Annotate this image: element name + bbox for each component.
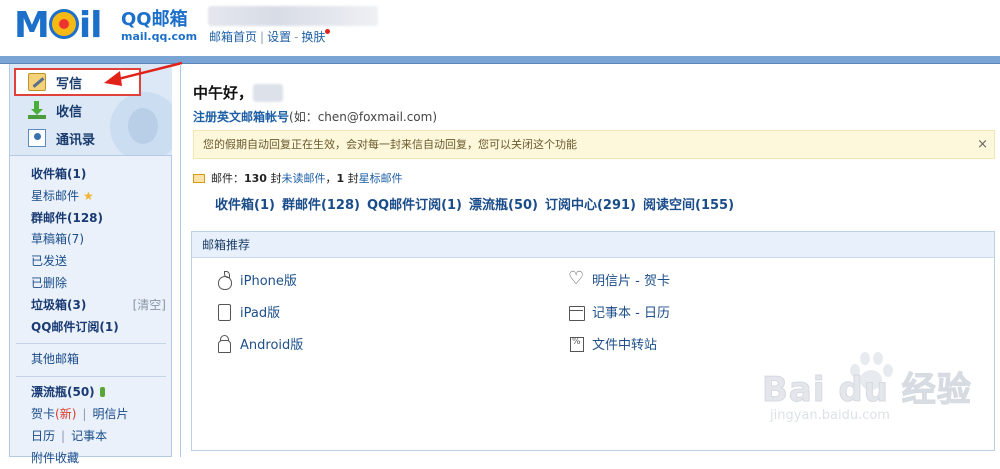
top-links: 邮箱首页 | 设置 - 换肤 (209, 28, 331, 45)
folder-inbox[interactable]: 收件箱(1) (10, 164, 172, 186)
register-english-account: 注册英文邮箱帐号(如：chen@foxmail.com) (193, 108, 437, 125)
calendar-icon (568, 303, 585, 321)
quick-link-qq-subscription[interactable]: QQ邮件订阅(1) (367, 198, 462, 213)
divider (16, 343, 166, 345)
recommend-panel: 邮箱推荐 iPhone版 iPad版 Android版 明信片 - 贺卡 记事本… (191, 231, 995, 451)
logo-mail-wordmark: Mil (14, 5, 103, 46)
register-hint: (如：chen@foxmail.com) (289, 110, 438, 124)
compose-button[interactable]: 写信 (28, 71, 82, 93)
qqmail-logo[interactable]: Mil QQ邮箱 mail.qq.com (14, 5, 198, 46)
clear-spam-link[interactable]: [清空] (133, 295, 166, 317)
sidebar: 写信 收信 通讯录 收件箱(1) 星标邮件 ★ 群邮件(128) 草稿箱(7) 已… (9, 64, 172, 465)
contacts-icon (28, 129, 46, 147)
compose-label: 写信 (56, 76, 83, 92)
link-mail-home[interactable]: 邮箱首页 (209, 30, 257, 44)
new-dot-badge (325, 29, 331, 34)
starred-mail-link[interactable]: 星标邮件 (359, 172, 403, 185)
notice-text: 您的假期自动回复正在生效，会对每一封来信自动回复，您可以关闭这个功能 (203, 138, 577, 151)
recommend-title: 邮箱推荐 (192, 232, 994, 258)
vacation-reply-notice: 您的假期自动回复正在生效，会对每一封来信自动回复，您可以关闭这个功能 × (193, 130, 995, 159)
envelope-icon (193, 174, 205, 183)
rec-file-transfer[interactable]: 文件中转站 (568, 334, 657, 353)
folder-qq-subscription[interactable]: QQ邮件订阅(1) (10, 317, 172, 339)
main-content: 中午好， 注册英文邮箱帐号(如：chen@foxmail.com) 您的假期自动… (180, 64, 1000, 457)
folder-sent[interactable]: 已发送 (10, 251, 172, 273)
folder-calendar-notes: 日历 | 记事本 (31, 428, 108, 443)
link-skin[interactable]: 换肤 (301, 30, 325, 44)
register-link[interactable]: 注册英文邮箱帐号 (193, 110, 289, 124)
pencil-icon (28, 73, 46, 91)
folder-deleted[interactable]: 已删除 (10, 273, 172, 295)
tablet-icon (216, 303, 232, 321)
folder-card-postcard: 贺卡(新) | 明信片 (31, 406, 129, 421)
username-blurred (208, 6, 378, 26)
folder-spam[interactable]: 垃圾箱(3) [清空] (10, 295, 172, 317)
unread-mail-link[interactable]: 未读邮件 (281, 172, 325, 185)
contacts-label: 通讯录 (56, 132, 96, 148)
new-badge: (新) (55, 406, 77, 421)
contacts-button[interactable]: 通讯录 (28, 127, 95, 149)
android-icon (216, 334, 232, 353)
folder-drift-bottle[interactable]: 漂流瓶(50) (10, 382, 172, 404)
logo-title: QQ邮箱 (121, 9, 188, 30)
link-postcard[interactable]: 明信片 (92, 407, 128, 421)
heart-icon (568, 268, 584, 289)
receive-button[interactable]: 收信 (28, 99, 82, 121)
rec-notes-calendar[interactable]: 记事本 - 日历 (568, 302, 670, 321)
red-arrow-annotation (104, 61, 183, 86)
penguin-decoration-icon (110, 92, 172, 155)
rec-postcard-card[interactable]: 明信片 - 贺卡 (568, 268, 670, 290)
link-card[interactable]: 贺卡 (31, 407, 55, 421)
quick-link-inbox[interactable]: 收件箱(1) (215, 198, 275, 213)
receive-label: 收信 (56, 104, 83, 120)
bottle-icon (99, 387, 105, 398)
quick-link-reading-space[interactable]: 阅读空间(155) (643, 198, 734, 213)
mail-summary: 邮件：130 封未读邮件，1 封星标邮件 (193, 170, 403, 186)
logo-o-mark (48, 9, 79, 39)
quick-link-subscription-center[interactable]: 订阅中心(291) (545, 198, 636, 213)
greeting: 中午好， (193, 82, 284, 103)
star-icon: ★ (83, 188, 94, 203)
folder-starred[interactable]: 星标邮件 ★ (10, 186, 172, 208)
username-blurred (253, 84, 284, 102)
rec-android[interactable]: Android版 (216, 334, 303, 353)
file-transfer-icon (568, 335, 584, 353)
quick-link-group[interactable]: 群邮件(128) (282, 198, 360, 213)
link-notes[interactable]: 记事本 (71, 429, 107, 443)
logo-domain: mail.qq.com (121, 30, 198, 43)
close-icon[interactable]: × (977, 131, 988, 158)
folder-list: 收件箱(1) 星标邮件 ★ 群邮件(128) 草稿箱(7) 已发送 已删除 垃圾箱… (10, 164, 172, 469)
apple-icon (216, 270, 232, 290)
download-icon (28, 101, 46, 119)
quick-link-drift-bottle[interactable]: 漂流瓶(50) (469, 198, 538, 213)
divider (16, 376, 166, 378)
link-calendar[interactable]: 日历 (31, 429, 55, 443)
header: Mil QQ邮箱 mail.qq.com 邮箱首页 | 设置 - 换肤 (0, 0, 1000, 64)
folder-drafts[interactable]: 草稿箱(7) (10, 229, 172, 251)
rec-iphone[interactable]: iPhone版 (216, 270, 297, 290)
quick-links: 收件箱(1) 群邮件(128) QQ邮件订阅(1) 漂流瓶(50) 订阅中心(291) 阅… (215, 194, 741, 213)
folder-other-mailboxes[interactable]: 其他邮箱 (10, 349, 172, 371)
rec-ipad[interactable]: iPad版 (216, 302, 280, 321)
link-settings[interactable]: 设置 (267, 30, 291, 44)
folder-attachments[interactable]: 附件收藏 (10, 448, 172, 469)
folder-group[interactable]: 群邮件(128) (10, 208, 172, 230)
